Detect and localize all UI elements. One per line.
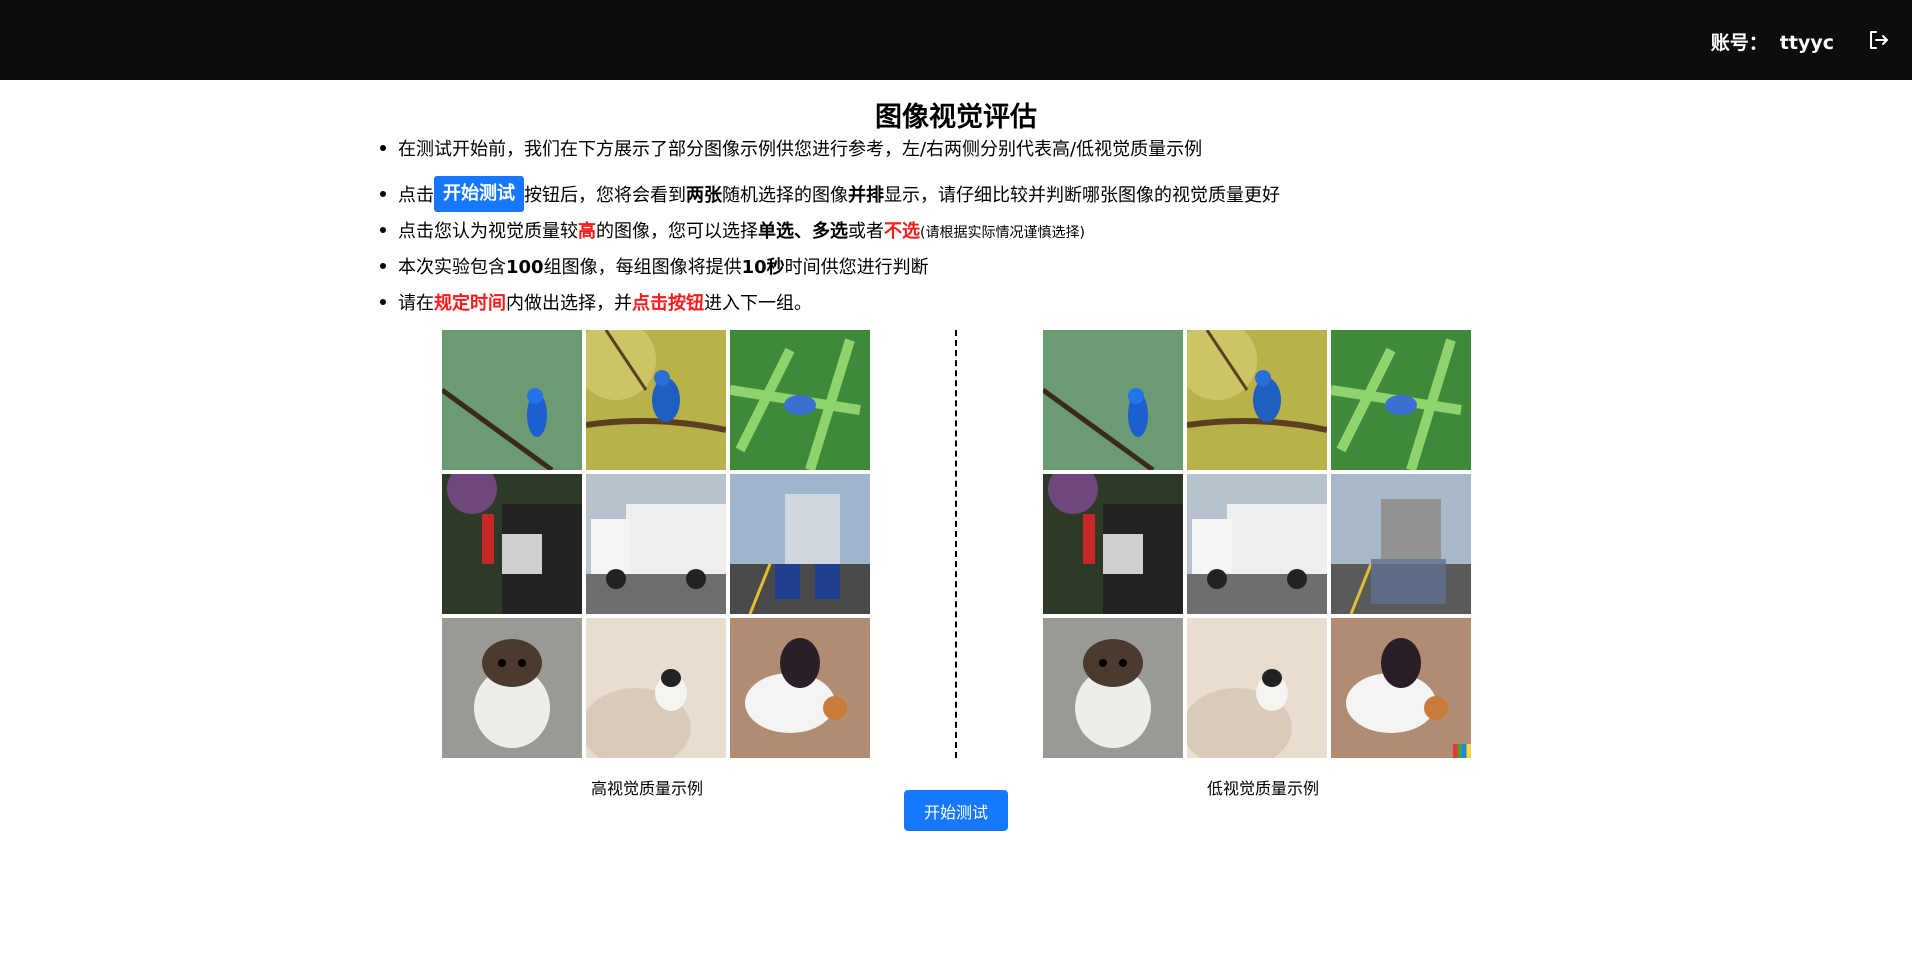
inline-start-button-example: 开始测试 [434, 176, 524, 212]
instruction-item: 请在规定时间内做出选择，并点击按钮进入下一组。 [380, 292, 812, 316]
example-image-dog-1 [1043, 618, 1183, 758]
instruction-text: 组图像，每组图像将提供 [543, 257, 742, 278]
bullet-icon [380, 263, 386, 269]
example-image-dog-1 [442, 618, 582, 758]
instruction-text: 时间供您进行判断 [784, 257, 929, 278]
instruction-text: 进入下一组。 [704, 293, 812, 314]
instruction-emphasis: 两张 [686, 185, 722, 206]
instruction-emphasis: 10秒 [741, 257, 785, 278]
example-image-dog-3 [730, 618, 870, 758]
instruction-emphasis: 单选 [758, 221, 794, 242]
instruction-text: 点击您认为视觉质量较 [398, 221, 578, 242]
example-image-bird-3 [1331, 330, 1471, 470]
instruction-emphasis: 并排 [848, 185, 884, 206]
example-image-truck-2 [586, 474, 726, 614]
example-image-dog-2 [586, 618, 726, 758]
account-username: ttyyc [1779, 32, 1834, 54]
instruction-text: 或者 [848, 221, 884, 242]
example-image-bird-1 [442, 330, 582, 470]
instruction-item: 在测试开始前，我们在下方展示了部分图像示例供您进行参考，左/右两侧分别代表高/低… [380, 138, 1202, 162]
instruction-emphasis: 、 [794, 221, 812, 242]
bullet-icon [380, 299, 386, 305]
page-title: 图像视觉评估 [875, 102, 1037, 133]
start-test-button[interactable]: 开始测试 [904, 790, 1008, 831]
example-image-dog-3-degraded [1331, 618, 1471, 758]
bullet-icon [380, 227, 386, 233]
instruction-emphasis: 多选 [812, 221, 848, 242]
instruction-highlight: 不选 [884, 221, 920, 242]
example-image-bird-2 [1187, 330, 1327, 470]
instruction-text: 的图像，您可以选择 [596, 221, 758, 242]
instruction-highlight: 点击按钮 [632, 293, 704, 314]
instruction-item: 本次实验包含100组图像，每组图像将提供10秒时间供您进行判断 [380, 256, 929, 280]
instruction-highlight: 规定时间 [434, 293, 506, 314]
bullet-icon [380, 145, 386, 151]
instruction-text: 内做出选择，并 [506, 293, 632, 314]
instruction-text: 本次实验包含 [398, 257, 506, 278]
instruction-text: 按钮后，您将会看到 [524, 185, 686, 206]
example-divider [955, 330, 957, 758]
example-image-truck-2 [1187, 474, 1327, 614]
instruction-text: 随机选择的图像 [722, 185, 848, 206]
example-image-bird-3 [730, 330, 870, 470]
account-label: 账号： [1710, 32, 1768, 54]
low-quality-caption: 低视觉质量示例 [1206, 779, 1319, 798]
example-image-truck-1 [1043, 474, 1183, 614]
example-image-truck-1 [442, 474, 582, 614]
logout-icon[interactable] [1866, 28, 1890, 52]
instruction-item: 点击您认为视觉质量较高的图像，您可以选择单选、多选或者不选(请根据实际情况谨慎选… [380, 220, 1085, 245]
example-image-truck-3 [730, 474, 870, 614]
example-image-dog-2 [1187, 618, 1327, 758]
instruction-highlight: 高 [578, 221, 596, 242]
artifact-patch [1453, 744, 1471, 758]
instruction-text: 在测试开始前，我们在下方展示了部分图像示例供您进行参考，左/右两侧分别代表高/低… [398, 139, 1203, 160]
instruction-text: 点击 [398, 185, 434, 206]
low-quality-example-grid [1043, 330, 1473, 758]
example-image-truck-3-degraded [1331, 474, 1471, 614]
top-bar: 账号： ttyyc [0, 0, 1912, 80]
bullet-icon [380, 191, 386, 197]
account-info: 账号： ttyyc [1711, 28, 1834, 55]
high-quality-caption: 高视觉质量示例 [590, 779, 703, 798]
example-image-bird-2 [586, 330, 726, 470]
high-quality-example-grid [442, 330, 872, 758]
instruction-text: 请在 [398, 293, 434, 314]
instruction-note: (请根据实际情况谨慎选择) [920, 225, 1085, 241]
instruction-emphasis: 100 [506, 257, 544, 278]
instruction-item: 点击 开始测试 按钮后，您将会看到两张随机选择的图像并排显示，请仔细比较并判断哪张图… [380, 176, 1280, 214]
instruction-text: 显示，请仔细比较并判断哪张图像的视觉质量更好 [884, 185, 1280, 206]
example-image-bird-1 [1043, 330, 1183, 470]
